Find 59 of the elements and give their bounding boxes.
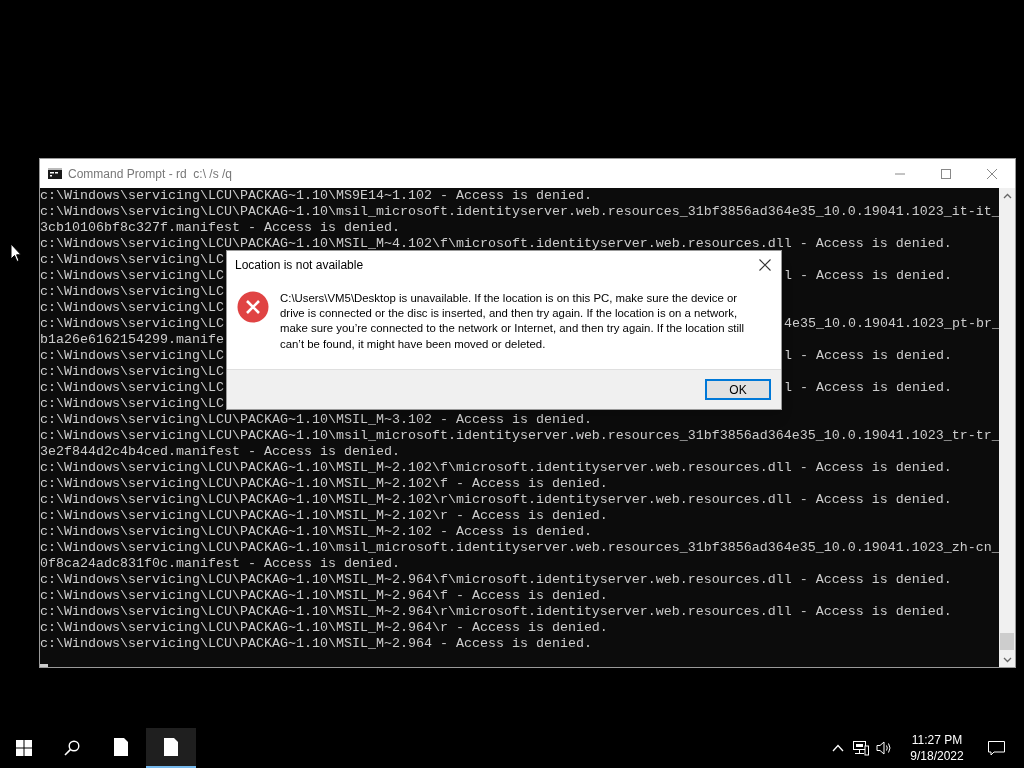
close-icon: [987, 168, 997, 179]
console-line: c:\Windows\servicing\LCU\PACKAG~1.10\MSIL_M~2.964\f\microsoft.identityserver.web.resources.dll - Access is denied.: [40, 572, 952, 587]
ok-button[interactable]: OK: [705, 379, 771, 400]
console-line: c:\Windows\servicing\LC: [40, 300, 224, 315]
speech-bubble-icon: [987, 740, 1005, 756]
console-line: c:\Windows\servicing\LC: [40, 348, 224, 364]
console-line: l - Access is denied.: [784, 268, 952, 284]
console-line: c:\Windows\servicing\LCU\PACKAG~1.10\MSIL_M~3.102 - Access is denied.: [40, 412, 592, 427]
document-icon: [164, 738, 178, 756]
console-line: l - Access is denied.: [784, 380, 952, 396]
volume-icon[interactable]: [876, 741, 892, 755]
network-icon[interactable]: [853, 740, 869, 756]
console-line: b1a26e6162154299.manife: [40, 332, 224, 347]
console-line: c:\Windows\servicing\LCU\PACKAG~1.10\msil_microsoft.identityserver.web.resources_31bf3856ad364e35_10.0.19041.1023_zh-cn_: [40, 540, 999, 555]
chevron-up-icon[interactable]: [832, 744, 844, 752]
console-line: c:\Windows\servicing\LC: [40, 396, 224, 411]
console-line: c:\Windows\servicing\LCU\PACKAG~1.10\MSIL_M~4.102\f\microsoft.identityserver.web.resources.dll - Access is denied.: [40, 236, 952, 251]
clock[interactable]: 11:27 PM 9/18/2022: [902, 732, 972, 764]
maximize-icon: [941, 168, 951, 179]
dialog-title: Location is not available: [235, 257, 364, 274]
console-line: c:\Windows\servicing\LC: [40, 252, 224, 267]
scroll-down-icon[interactable]: [1002, 657, 1012, 663]
close-icon: [759, 259, 771, 271]
error-icon: [237, 291, 269, 323]
error-message: C:\Users\VM5\Desktop is unavailable. If the location is on this PC, make sure the device or drive is connected or the disc is inserted, and then try again. If the location is on a network, make sure you’re connected to the network or Internet, and then try again. If the location still can’t be found, it might have been moved or deleted.: [280, 291, 746, 352]
window-title: Command Prompt - rd c:\ /s /q: [68, 165, 233, 183]
console-line: c:\Windows\servicing\LCU\PACKAG~1.10\MSIL_M~2.964\r - Access is denied.: [40, 620, 608, 635]
command-prompt-icon: [48, 168, 62, 179]
console-line: c:\Windows\servicing\LCU\PACKAG~1.10\MS9E14~1.102 - Access is denied.: [40, 188, 592, 203]
console-line: c:\Windows\servicing\LCU\PACKAG~1.10\msil_microsoft.identityserver.web.resources_31bf3856ad364e35_10.0.19041.1023_tr-tr_: [40, 428, 999, 443]
console-line: c:\Windows\servicing\LC: [40, 316, 224, 332]
console-line: c:\Windows\servicing\LCU\PACKAG~1.10\MSIL_M~2.964\r\microsoft.identityserver.web.resources.dll - Access is denied.: [40, 604, 952, 619]
console-line: c:\Windows\servicing\LCU\PACKAG~1.10\MSIL_M~2.964\f - Access is denied.: [40, 588, 608, 603]
console-line: c:\Windows\servicing\LC: [40, 284, 224, 299]
console-line: c:\Windows\servicing\LCU\PACKAG~1.10\MSIL_M~2.964 - Access is denied.: [40, 636, 592, 651]
console-line: c:\Windows\servicing\LC: [40, 380, 224, 396]
console-line: c:\Windows\servicing\LCU\PACKAG~1.10\MSIL_M~2.102 - Access is denied.: [40, 524, 592, 539]
scrollbar[interactable]: [999, 188, 1015, 667]
console-line: c:\Windows\servicing\LCU\PACKAG~1.10\MSIL_M~2.102\f\microsoft.identityserver.web.resources.dll - Access is denied.: [40, 460, 952, 475]
console-line: 3cb10106bf8c327f.manifest - Access is denied.: [40, 220, 400, 235]
console-line: c:\Windows\servicing\LC: [40, 364, 224, 379]
console-line: c:\Windows\servicing\LCU\PACKAG~1.10\MSIL_M~2.102\r - Access is denied.: [40, 508, 608, 523]
scrollbar-thumb[interactable]: [1000, 633, 1014, 650]
document-icon: [114, 738, 128, 756]
scroll-up-icon[interactable]: [1002, 193, 1012, 199]
clock-date: 9/18/2022: [910, 748, 964, 764]
console-line: l - Access is denied.: [784, 348, 952, 364]
console-line: 0f8ca24adc831f0c.manifest - Access is denied.: [40, 556, 400, 571]
text-cursor: [40, 664, 48, 667]
mouse-pointer-icon: [10, 243, 22, 263]
console-line: c:\Windows\servicing\LCU\PACKAG~1.10\MSIL_M~2.102\f - Access is denied.: [40, 476, 608, 491]
search-icon: [64, 740, 80, 756]
clock-time: 11:27 PM: [911, 732, 963, 748]
windows-logo-icon: [16, 740, 32, 756]
console-line: c:\Windows\servicing\LCU\PACKAG~1.10\msil_microsoft.identityserver.web.resources_31bf3856ad364e35_10.0.19041.1023_it-it_: [40, 204, 999, 219]
console-line: 3e2f844d2c4b4ced.manifest - Access is denied.: [40, 444, 400, 459]
console-line: c:\Windows\servicing\LC: [40, 268, 224, 284]
taskbar-app[interactable]: [146, 728, 196, 768]
console-line: c:\Windows\servicing\LCU\PACKAG~1.10\MSIL_M~2.102\r\microsoft.identityserver.web.resources.dll - Access is denied.: [40, 492, 952, 507]
